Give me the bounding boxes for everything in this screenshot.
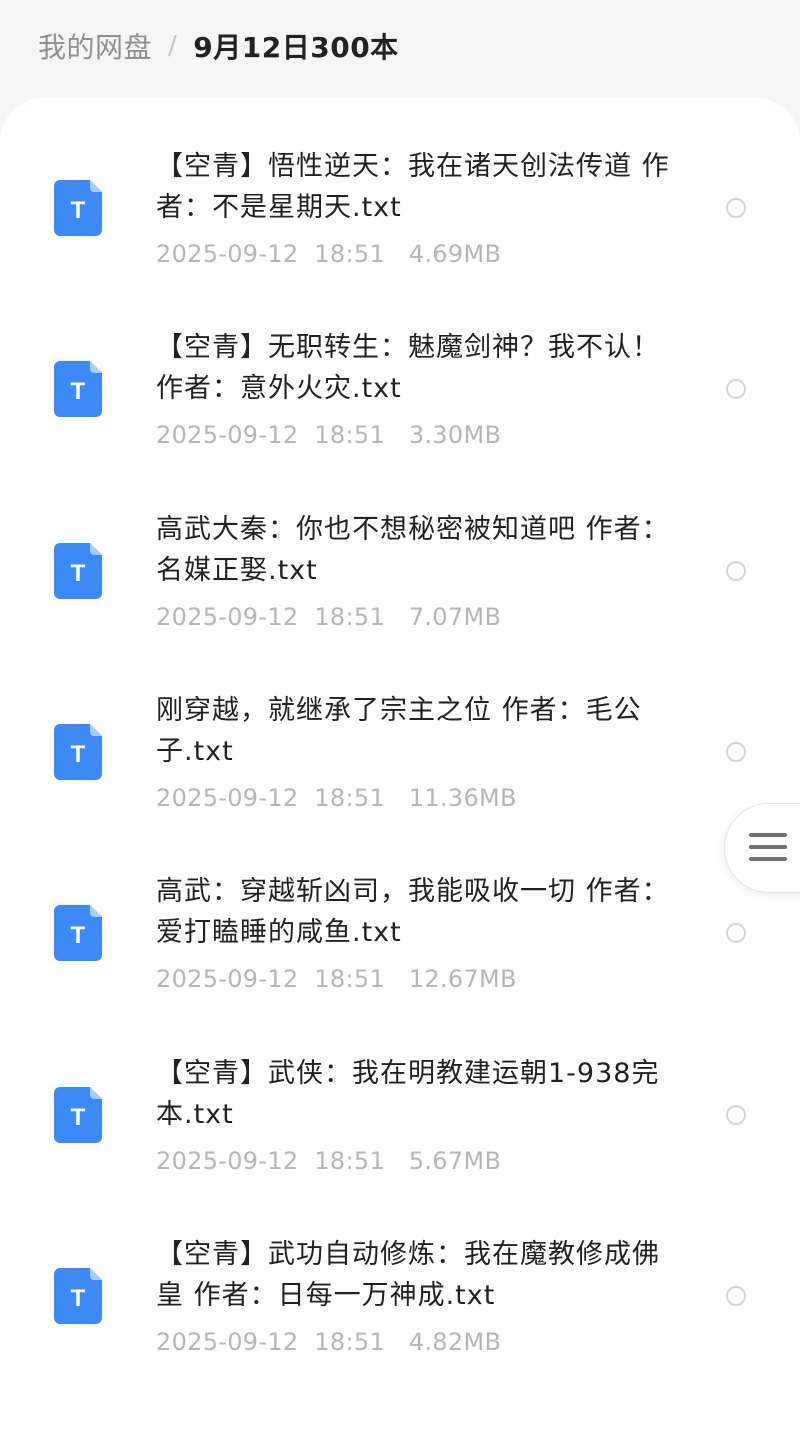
file-row[interactable]: T 【空青】无职转生：魅魔剑神？我不认！ 作者：意外火灾.txt 2025-09-1… — [0, 327, 800, 508]
file-row[interactable]: T 【空青】武功自动修炼：我在魔教修成佛皇 作者：日每一万神成.txt 2025-0… — [0, 1234, 800, 1415]
file-list-panel: T 【空青】悟性逆天：我在诸天创法传道 作者：不是星期天.txt 2025-09-1… — [0, 98, 800, 1438]
file-date: 2025-09-12 — [156, 1146, 299, 1175]
txt-file-icon: T — [54, 1086, 102, 1143]
file-type-letter: T — [71, 560, 86, 587]
file-time: 18:51 — [314, 965, 386, 994]
select-radio[interactable] — [726, 198, 746, 218]
file-meta: 2025-09-12 18:51 3.30MB — [156, 421, 501, 449]
file-time: 18:51 — [314, 1327, 386, 1356]
file-size: 11.36MB — [408, 783, 517, 812]
file-name[interactable]: 刚穿越，就继承了宗主之位 作者：毛公子.txt — [156, 690, 676, 772]
breadcrumb-current: 9月12日300本 — [193, 31, 399, 64]
txt-file-icon: T — [54, 723, 102, 780]
file-size: 5.67MB — [408, 1146, 502, 1175]
txt-file-icon: T — [54, 542, 102, 599]
file-date: 2025-09-12 — [156, 421, 299, 450]
file-type-letter: T — [71, 741, 86, 768]
file-name[interactable]: 【空青】无职转生：魅魔剑神？我不认！ 作者：意外火灾.txt — [156, 327, 676, 409]
select-radio[interactable] — [726, 1285, 746, 1306]
file-meta: 2025-09-12 18:51 11.36MB — [156, 784, 517, 812]
file-size: 12.67MB — [408, 965, 517, 994]
file-row[interactable]: T 高武大秦：你也不想秘密被知道吧 作者：名媒正娶.txt 2025-09-12 1… — [0, 509, 800, 690]
file-size: 4.82MB — [408, 1327, 502, 1356]
file-meta: 2025-09-12 18:51 5.67MB — [156, 1147, 501, 1175]
hamburger-menu-icon — [749, 833, 789, 865]
file-type-letter: T — [71, 1104, 86, 1131]
file-type-letter: T — [71, 378, 86, 405]
file-row[interactable]: T 刚穿越，就继承了宗主之位 作者：毛公子.txt 2025-09-12 18:51… — [0, 690, 800, 871]
file-size: 4.69MB — [408, 240, 502, 268]
select-radio[interactable] — [726, 741, 746, 762]
file-name[interactable]: 【空青】武侠：我在明教建运朝1-938完本.txt — [156, 1053, 676, 1135]
file-time: 18:51 — [314, 783, 386, 812]
txt-file-icon: T — [54, 905, 102, 962]
file-date: 2025-09-12 — [156, 783, 299, 812]
breadcrumb: 我的网盘 / 9月12日300本 — [38, 24, 399, 68]
file-date: 2025-09-12 — [156, 240, 299, 268]
select-radio[interactable] — [726, 560, 746, 581]
file-row[interactable]: T 【空青】武侠：我在明教建运朝1-938完本.txt 2025-09-12 18:… — [0, 1053, 800, 1234]
select-radio[interactable] — [726, 1104, 746, 1125]
file-time: 18:51 — [314, 421, 386, 450]
file-date: 2025-09-12 — [156, 965, 299, 994]
file-time: 18:51 — [314, 602, 386, 631]
file-row[interactable]: T 【空青】悟性逆天：我在诸天创法传道 作者：不是星期天.txt 2025-09-1… — [0, 146, 800, 327]
file-type-letter: T — [71, 197, 86, 224]
file-meta: 2025-09-12 18:51 4.69MB — [156, 240, 501, 268]
file-meta: 2025-09-12 18:51 7.07MB — [156, 603, 501, 631]
file-date: 2025-09-12 — [156, 1327, 299, 1356]
breadcrumb-separator: / — [168, 31, 178, 61]
file-size: 3.30MB — [408, 421, 502, 450]
file-meta: 2025-09-12 18:51 12.67MB — [156, 965, 517, 993]
file-type-letter: T — [71, 922, 86, 949]
file-time: 18:51 — [314, 240, 386, 268]
txt-file-icon: T — [54, 180, 102, 236]
select-radio[interactable] — [726, 923, 746, 944]
file-size: 7.07MB — [408, 602, 502, 631]
file-name[interactable]: 【空青】武功自动修炼：我在魔教修成佛皇 作者：日每一万神成.txt — [156, 1234, 676, 1316]
select-radio[interactable] — [726, 379, 746, 400]
file-type-letter: T — [71, 1285, 86, 1312]
breadcrumb-root[interactable]: 我的网盘 — [38, 26, 152, 66]
file-name[interactable]: 高武大秦：你也不想秘密被知道吧 作者：名媒正娶.txt — [156, 509, 676, 591]
file-date: 2025-09-12 — [156, 602, 299, 631]
file-meta: 2025-09-12 18:51 4.82MB — [156, 1328, 501, 1356]
file-time: 18:51 — [314, 1146, 386, 1175]
file-name[interactable]: 【空青】悟性逆天：我在诸天创法传道 作者：不是星期天.txt — [156, 146, 676, 228]
txt-file-icon: T — [54, 1267, 102, 1324]
file-name[interactable]: 高武：穿越斩凶司，我能吸收一切 作者：爱打瞌睡的咸鱼.txt — [156, 871, 676, 953]
txt-file-icon: T — [54, 361, 102, 418]
file-row[interactable]: T 高武：穿越斩凶司，我能吸收一切 作者：爱打瞌睡的咸鱼.txt 2025-09-1… — [0, 871, 800, 1052]
